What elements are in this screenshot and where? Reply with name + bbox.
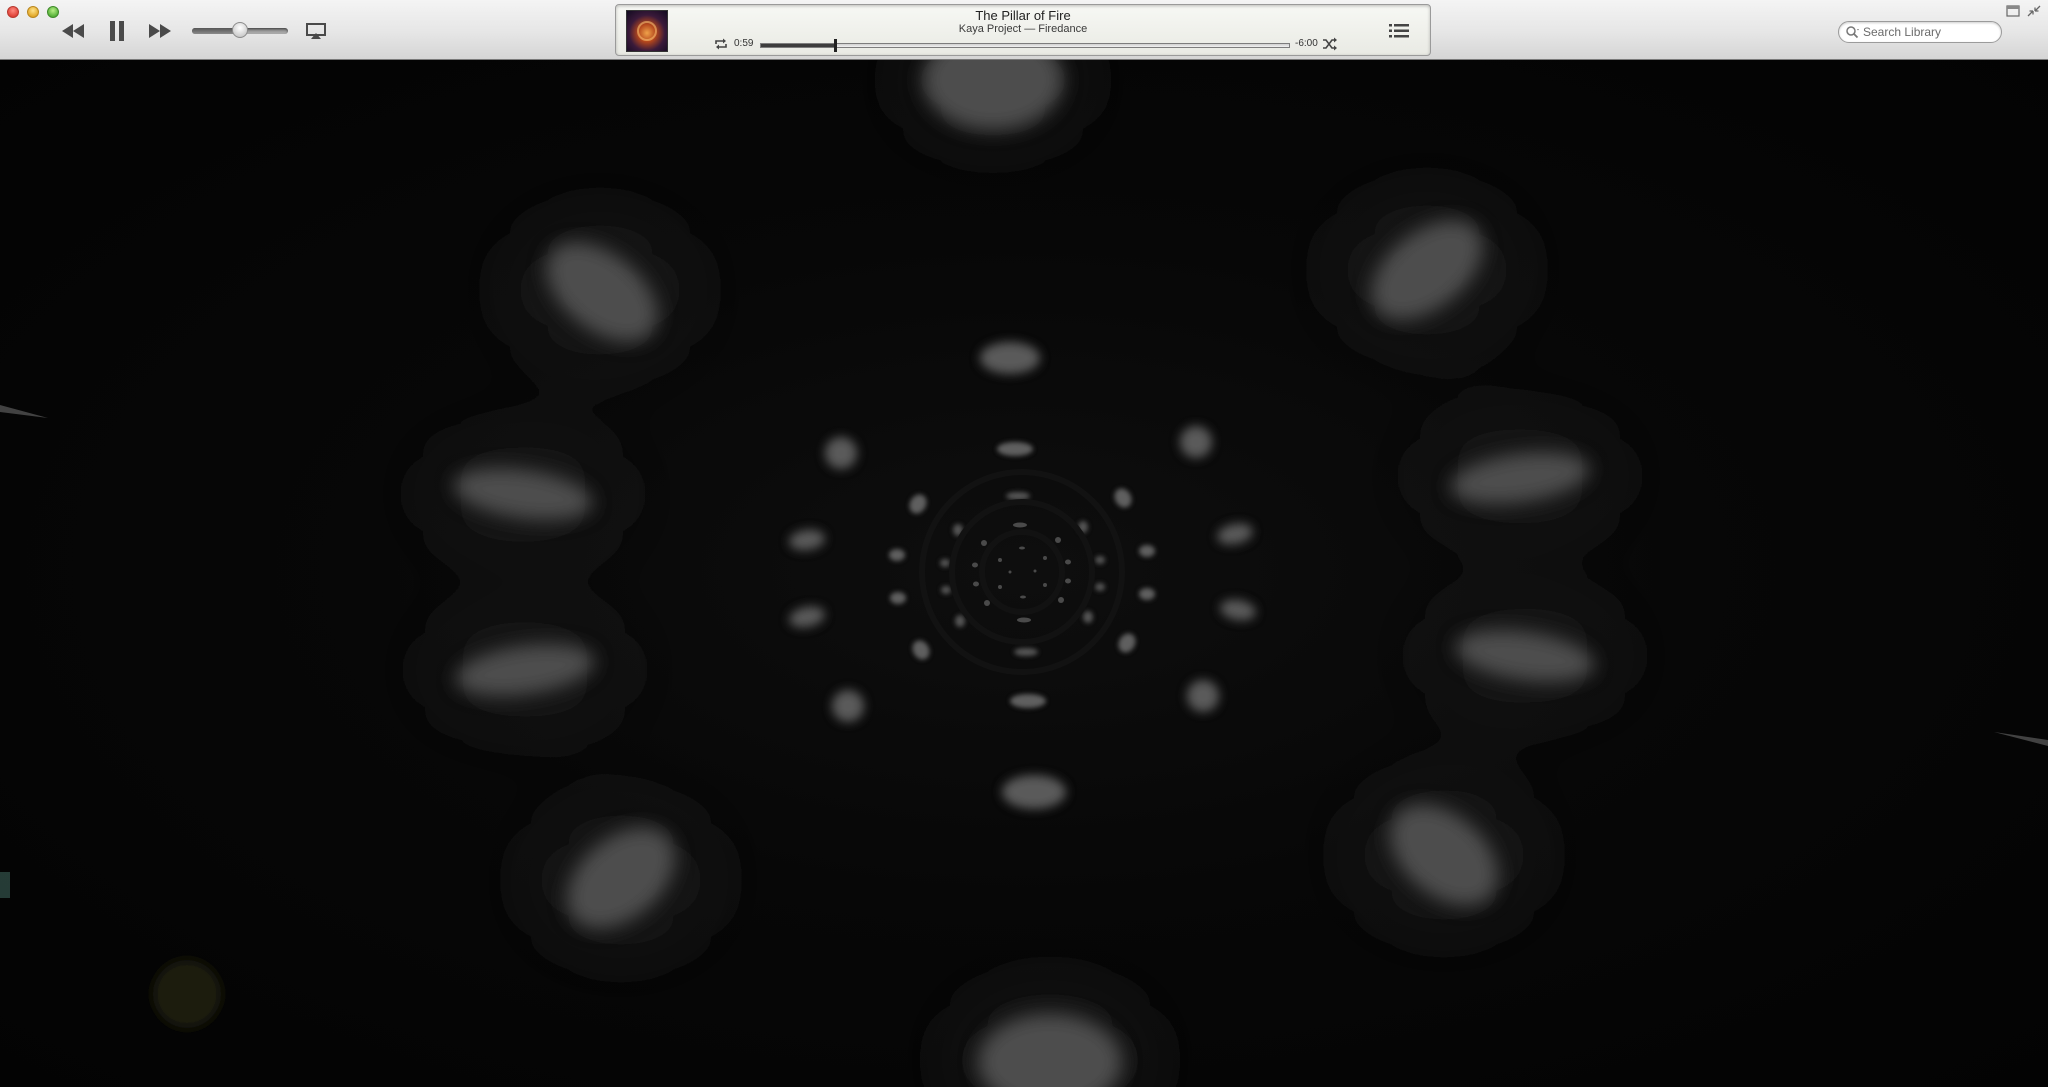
visualizer-graphics bbox=[0, 60, 2048, 1087]
visualizer-core-ring bbox=[940, 492, 1105, 656]
pause-icon bbox=[110, 21, 124, 41]
visualizer-inner-ring bbox=[889, 442, 1155, 708]
next-button[interactable] bbox=[145, 18, 175, 44]
volume-slider[interactable] bbox=[192, 22, 288, 38]
album-artwork[interactable] bbox=[626, 10, 668, 52]
airplay-button[interactable] bbox=[304, 18, 328, 44]
search-field[interactable] bbox=[1838, 21, 2002, 43]
play-pause-button[interactable] bbox=[104, 18, 130, 44]
previous-button[interactable] bbox=[58, 18, 88, 44]
visualizer-halos bbox=[423, 60, 1625, 1087]
search-icon bbox=[1846, 26, 1859, 39]
visualizer-concentric-rings bbox=[919, 469, 1125, 675]
progress-scrubber[interactable] bbox=[760, 39, 1290, 52]
track-artist-album[interactable]: Kaya Project — Firedance bbox=[676, 23, 1370, 35]
miniplayer-icon[interactable] bbox=[2006, 5, 2020, 17]
rewind-icon bbox=[62, 24, 84, 38]
remaining-time[interactable]: -6:00 bbox=[1295, 38, 1318, 49]
close-window-button[interactable] bbox=[7, 6, 19, 18]
toolbar: The Pillar of Fire Kaya Project — Fireda… bbox=[0, 0, 2048, 60]
visualizer-middle-ring bbox=[789, 342, 1256, 809]
playhead[interactable] bbox=[833, 39, 837, 52]
visualizer-edge-mark bbox=[153, 960, 221, 1028]
shuffle-icon[interactable] bbox=[1322, 37, 1338, 51]
fast-forward-icon bbox=[149, 24, 171, 38]
exit-fullscreen-icon[interactable] bbox=[2027, 5, 2041, 17]
visualizer-streak bbox=[1994, 732, 2048, 746]
now-playing-display: The Pillar of Fire Kaya Project — Fireda… bbox=[615, 4, 1431, 56]
search-input[interactable] bbox=[1863, 24, 1997, 40]
airplay-icon bbox=[306, 23, 326, 39]
zoom-window-button[interactable] bbox=[47, 6, 59, 18]
list-icon[interactable] bbox=[1388, 21, 1410, 41]
visualizer-edge-mark bbox=[0, 872, 10, 898]
elapsed-time: 0:59 bbox=[734, 38, 754, 49]
minimize-window-button[interactable] bbox=[27, 6, 39, 18]
visualizer-center-dots bbox=[972, 522, 1071, 623]
visualizer[interactable] bbox=[0, 60, 2048, 1087]
visualizer-streak bbox=[0, 405, 48, 418]
itunes-window: The Pillar of Fire Kaya Project — Fireda… bbox=[0, 0, 2048, 1087]
progress-fill bbox=[761, 44, 835, 47]
volume-knob[interactable] bbox=[232, 22, 248, 38]
track-title[interactable]: The Pillar of Fire bbox=[676, 8, 1370, 23]
repeat-icon[interactable] bbox=[714, 37, 728, 51]
